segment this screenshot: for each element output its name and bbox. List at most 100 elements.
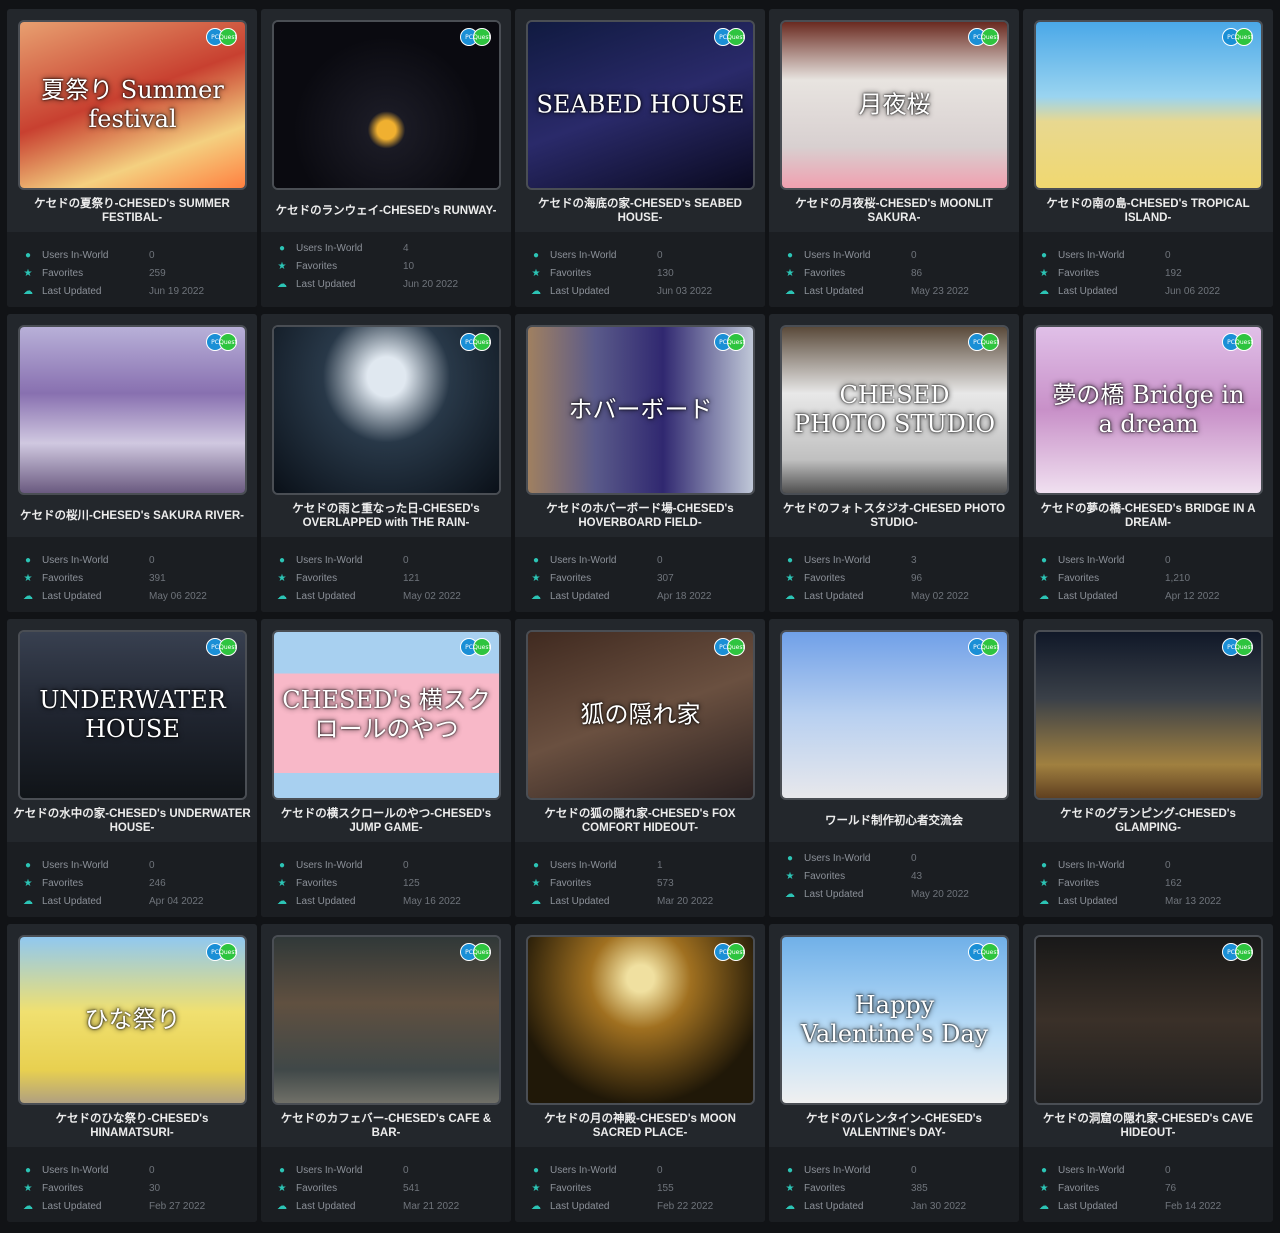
quest-platform-icon: Quest xyxy=(1235,638,1253,656)
world-stats: ● Users In-World 0 ★ Favorites 76 ☁ Last… xyxy=(1023,1147,1273,1222)
world-thumbnail[interactable]: PC Quest xyxy=(1034,20,1263,190)
quest-platform-icon: Quest xyxy=(219,28,237,46)
world-card[interactable]: 月夜桜 PC Quest ケセドの月夜桜-CHESED's MOONLIT SA… xyxy=(769,9,1019,307)
world-name[interactable]: ケセドの狐の隠れ家-CHESED's FOX COMFORT HIDEOUT- xyxy=(515,800,765,842)
world-thumbnail[interactable]: PC Quest xyxy=(272,935,501,1105)
world-card[interactable]: PC Quest ケセドの洞窟の隠れ家-CHESED's CAVE HIDEOU… xyxy=(1023,924,1273,1222)
world-card[interactable]: PC Quest ケセドの南の島-CHESED's TROPICAL ISLAN… xyxy=(1023,9,1273,307)
world-name[interactable]: ケセドの南の島-CHESED's TROPICAL ISLAND- xyxy=(1023,190,1273,232)
stat-favorites: ★ Favorites 130 xyxy=(528,264,765,282)
platform-badges: PC Quest xyxy=(1222,943,1253,961)
world-stats: ● Users In-World 0 ★ Favorites 86 ☁ Last… xyxy=(769,232,1019,307)
world-card[interactable]: PC Quest ケセドの月の神殿-CHESED's MOON SACRED P… xyxy=(515,924,765,1222)
updated-value: May 02 2022 xyxy=(911,590,969,602)
platform-badges: PC Quest xyxy=(714,638,745,656)
user-icon: ● xyxy=(786,852,794,864)
quest-platform-icon: Quest xyxy=(219,638,237,656)
world-name[interactable]: ケセドの海底の家-CHESED's SEABED HOUSE- xyxy=(515,190,765,232)
world-card[interactable]: Happy Valentine's Day PC Quest ケセドのバレンタイ… xyxy=(769,924,1019,1222)
world-card[interactable]: CHESED PHOTO STUDIO PC Quest ケセドのフォトスタジオ… xyxy=(769,314,1019,612)
world-name[interactable]: ケセドの月夜桜-CHESED's MOONLIT SAKURA- xyxy=(769,190,1019,232)
users-label: Users In-World xyxy=(804,852,871,864)
world-name[interactable]: ケセドの雨と重なった日-CHESED's OVERLAPPED with THE… xyxy=(261,495,511,537)
star-icon: ★ xyxy=(1039,877,1049,889)
stat-favorites: ★ Favorites 192 xyxy=(1036,264,1273,282)
favorites-label: Favorites xyxy=(804,572,846,584)
favorites-label: Favorites xyxy=(1058,572,1100,584)
cloud-upload-icon: ☁ xyxy=(531,285,541,297)
world-card[interactable]: PC Quest ケセドのグランピング-CHESED's GLAMPING- ●… xyxy=(1023,619,1273,917)
world-stats: ● Users In-World 3 ★ Favorites 96 ☁ Last… xyxy=(769,537,1019,612)
world-name[interactable]: ケセドのランウェイ-CHESED's RUNWAY- xyxy=(261,190,511,232)
world-thumbnail[interactable]: PC Quest xyxy=(1034,935,1263,1105)
favorites-label: Favorites xyxy=(42,1182,84,1194)
quest-platform-icon: Quest xyxy=(473,943,491,961)
world-name[interactable]: ケセドの月の神殿-CHESED's MOON SACRED PLACE- xyxy=(515,1105,765,1147)
world-name[interactable]: ケセドの桜川-CHESED's SAKURA RIVER- xyxy=(7,495,257,537)
thumbnail-caption: CHESED's 横スクロールのやつ xyxy=(282,686,491,743)
stat-updated: ☁ Last Updated Feb 27 2022 xyxy=(20,1197,257,1215)
world-thumbnail[interactable]: PC Quest xyxy=(18,325,247,495)
world-name[interactable]: ケセドの洞窟の隠れ家-CHESED's CAVE HIDEOUT- xyxy=(1023,1105,1273,1147)
world-name[interactable]: ケセドのグランピング-CHESED's GLAMPING- xyxy=(1023,800,1273,842)
world-thumbnail[interactable]: PC Quest xyxy=(272,325,501,495)
star-icon: ★ xyxy=(23,267,33,279)
world-thumbnail[interactable]: SEABED HOUSE PC Quest xyxy=(526,20,755,190)
world-thumbnail[interactable]: ホバーボード PC Quest xyxy=(526,325,755,495)
stat-updated: ☁ Last Updated May 20 2022 xyxy=(782,885,1019,903)
world-card[interactable]: 狐の隠れ家 PC Quest ケセドの狐の隠れ家-CHESED's FOX CO… xyxy=(515,619,765,917)
world-thumbnail[interactable]: 月夜桜 PC Quest xyxy=(780,20,1009,190)
quest-platform-icon: Quest xyxy=(981,333,999,351)
stat-favorites: ★ Favorites 10 xyxy=(274,257,511,275)
world-card[interactable]: 夏祭り Summer festival PC Quest ケセドの夏祭り-CHE… xyxy=(7,9,257,307)
world-name[interactable]: ケセドのフォトスタジオ-CHESED PHOTO STUDIO- xyxy=(769,495,1019,537)
world-thumbnail[interactable]: 狐の隠れ家 PC Quest xyxy=(526,630,755,800)
world-card[interactable]: 夢の橋 Bridge in a dream PC Quest ケセドの夢の橋-C… xyxy=(1023,314,1273,612)
world-name[interactable]: ケセドの夢の橋-CHESED's BRIDGE IN A DREAM- xyxy=(1023,495,1273,537)
world-thumbnail[interactable]: PC Quest xyxy=(272,20,501,190)
world-thumbnail[interactable]: PC Quest xyxy=(780,630,1009,800)
favorites-value: 125 xyxy=(403,877,420,889)
world-card[interactable]: UNDERWATER HOUSE PC Quest ケセドの水中の家-CHESE… xyxy=(7,619,257,917)
world-stats: ● Users In-World 1 ★ Favorites 573 ☁ Las… xyxy=(515,842,765,917)
world-thumbnail[interactable]: 夏祭り Summer festival PC Quest xyxy=(18,20,247,190)
users-value: 0 xyxy=(403,859,409,871)
favorites-label: Favorites xyxy=(296,260,338,272)
world-stats: ● Users In-World 0 ★ Favorites 130 ☁ Las… xyxy=(515,232,765,307)
world-thumbnail[interactable]: CHESED PHOTO STUDIO PC Quest xyxy=(780,325,1009,495)
user-icon: ● xyxy=(532,859,540,871)
users-value: 3 xyxy=(911,554,917,566)
world-thumbnail[interactable]: PC Quest xyxy=(1034,630,1263,800)
stat-users: ● Users In-World 0 xyxy=(528,1161,765,1179)
world-card[interactable]: PC Quest ケセドのランウェイ-CHESED's RUNWAY- ● Us… xyxy=(261,9,511,307)
world-card[interactable]: CHESED's 横スクロールのやつ PC Quest ケセドの横スクロールのや… xyxy=(261,619,511,917)
world-thumbnail[interactable]: ひな祭り PC Quest xyxy=(18,935,247,1105)
world-card[interactable]: ホバーボード PC Quest ケセドのホバーボード場-CHESED's HOV… xyxy=(515,314,765,612)
world-name[interactable]: ケセドのひな祭り-CHESED's HINAMATSURI- xyxy=(7,1105,257,1147)
world-name[interactable]: ケセドの横スクロールのやつ-CHESED's JUMP GAME- xyxy=(261,800,511,842)
world-name[interactable]: ケセドのバレンタイン-CHESED's VALENTINE's DAY- xyxy=(769,1105,1019,1147)
world-card[interactable]: ひな祭り PC Quest ケセドのひな祭り-CHESED's HINAMATS… xyxy=(7,924,257,1222)
world-card[interactable]: PC Quest ワールド制作初心者交流会 ● Users In-World 0… xyxy=(769,619,1019,917)
world-card[interactable]: PC Quest ケセドの雨と重なった日-CHESED's OVERLAPPED… xyxy=(261,314,511,612)
world-card[interactable]: PC Quest ケセドの桜川-CHESED's SAKURA RIVER- ●… xyxy=(7,314,257,612)
world-thumbnail[interactable]: PC Quest xyxy=(526,935,755,1105)
world-thumbnail[interactable]: UNDERWATER HOUSE PC Quest xyxy=(18,630,247,800)
cloud-upload-icon: ☁ xyxy=(531,895,541,907)
world-thumbnail[interactable]: 夢の橋 Bridge in a dream PC Quest xyxy=(1034,325,1263,495)
world-card[interactable]: SEABED HOUSE PC Quest ケセドの海底の家-CHESED's … xyxy=(515,9,765,307)
quest-platform-icon: Quest xyxy=(219,943,237,961)
world-card[interactable]: PC Quest ケセドのカフェバー-CHESED's CAFE & BAR- … xyxy=(261,924,511,1222)
world-name[interactable]: ケセドの夏祭り-CHESED's SUMMER FESTIBAL- xyxy=(7,190,257,232)
favorites-value: 130 xyxy=(657,267,674,279)
world-name[interactable]: ケセドの水中の家-CHESED's UNDERWATER HOUSE- xyxy=(7,800,257,842)
users-label: Users In-World xyxy=(1058,554,1125,566)
world-name[interactable]: ワールド制作初心者交流会 xyxy=(769,800,1019,842)
world-name[interactable]: ケセドのホバーボード場-CHESED's HOVERBOARD FIELD- xyxy=(515,495,765,537)
world-thumbnail[interactable]: CHESED's 横スクロールのやつ PC Quest xyxy=(272,630,501,800)
platform-badges: PC Quest xyxy=(1222,28,1253,46)
updated-value: Jun 03 2022 xyxy=(657,285,713,297)
favorites-value: 86 xyxy=(911,267,923,279)
world-thumbnail[interactable]: Happy Valentine's Day PC Quest xyxy=(780,935,1009,1105)
world-name[interactable]: ケセドのカフェバー-CHESED's CAFE & BAR- xyxy=(261,1105,511,1147)
